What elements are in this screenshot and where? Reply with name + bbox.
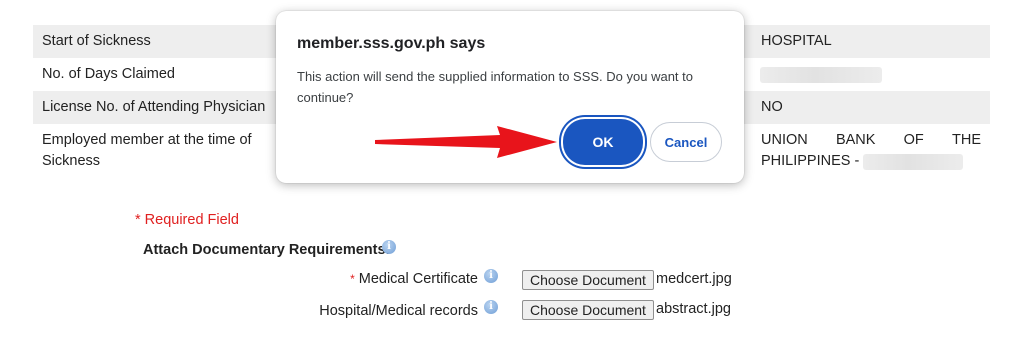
red-arrow-annotation — [375, 126, 557, 158]
dialog-title: member.sss.gov.ph says — [297, 35, 486, 52]
row-label: Start of Sickness — [42, 33, 151, 49]
value-word: THE — [951, 132, 981, 148]
choose-document-button[interactable]: Choose Document — [522, 270, 654, 290]
row-label: No. of Days Claimed — [42, 66, 175, 82]
row-label-line2: Sickness — [42, 153, 101, 169]
row-value: HOSPITAL — [761, 33, 832, 49]
info-icon[interactable]: i — [382, 240, 396, 254]
selected-file-name: abstract.jpg — [656, 301, 731, 317]
value-word: UNION — [761, 132, 808, 148]
info-icon[interactable]: i — [484, 269, 498, 283]
doc-label-text: Hospital/Medical records — [319, 303, 478, 319]
info-icon[interactable]: i — [484, 300, 498, 314]
redacted-value — [760, 67, 882, 83]
row-label: License No. of Attending Physician — [42, 99, 266, 115]
doc-label-medical-certificate: * Medical Certificate — [350, 271, 478, 287]
selected-file-name: medcert.jpg — [656, 271, 732, 287]
doc-label-hospital-records: Hospital/Medical records — [319, 303, 478, 319]
required-star: * — [350, 272, 355, 286]
ok-button[interactable]: OK — [563, 119, 643, 165]
row-value-line1: UNION BANK OF THE — [761, 130, 981, 150]
dialog-message: This action will send the supplied infor… — [297, 69, 693, 105]
row-label-line1: Employed member at the time of — [42, 132, 252, 148]
row-value-line2: PHILIPPINES - — [761, 153, 860, 169]
choose-document-button[interactable]: Choose Document — [522, 300, 654, 320]
value-word: OF — [903, 132, 924, 148]
required-field-note: * Required Field — [135, 212, 239, 228]
value-word: BANK — [835, 132, 876, 148]
doc-label-text: Medical Certificate — [358, 271, 478, 287]
cancel-button[interactable]: Cancel — [650, 122, 722, 162]
redacted-value — [863, 154, 963, 170]
attach-requirements-title: Attach Documentary Requirements: — [143, 242, 391, 258]
row-value: NO — [761, 99, 783, 115]
